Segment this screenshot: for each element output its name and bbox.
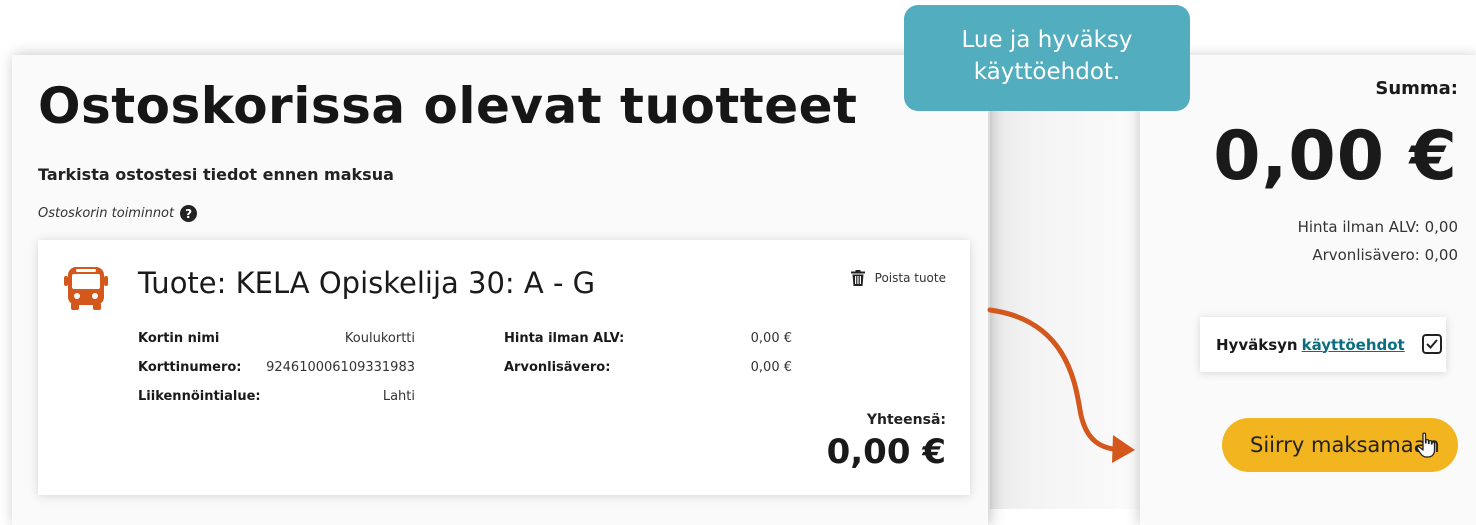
card-number-value: 924610006109331983 [266, 360, 415, 375]
total-label: Yhteensä: [866, 412, 946, 428]
terms-checkbox[interactable] [1422, 334, 1442, 354]
vat-summary: Arvonlisävero: 0,00 [1312, 246, 1458, 264]
curved-arrow [987, 307, 1135, 463]
traffic-area-label: Liikennöintialue: [138, 389, 261, 404]
page-subtitle: Tarkista ostostesi tiedot ennen maksua [38, 165, 394, 184]
cart-actions: Ostoskorin toiminnot ? [38, 205, 198, 222]
remove-product-button[interactable]: Poista tuote [850, 270, 946, 286]
trash-icon [850, 270, 865, 286]
product-card: Tuote: KELA Opiskelija 30: A - G Poista … [38, 240, 970, 495]
card-number-label: Korttinumero: [138, 360, 242, 375]
terms-prefix: Hyväksyn [1216, 335, 1298, 354]
cart-panel: Ostoskorissa olevat tuotteet Tarkista os… [12, 55, 988, 525]
terms-acceptance: Hyväksyn käyttöehdot [1200, 317, 1446, 372]
tooltip-read-and-accept: Lue ja hyväksy käyttöehdot. [904, 5, 1190, 111]
product-title: Tuote: KELA Opiskelija 30: A - G [138, 266, 596, 300]
cart-actions-label: Ostoskorin toiminnot [38, 206, 175, 221]
traffic-area-value: Lahti [382, 389, 415, 404]
price-without-vat-label: Hinta ilman ALV: [504, 331, 625, 346]
remove-product-label: Poista tuote [874, 271, 946, 285]
terms-text: Hyväksyn käyttöehdot [1216, 336, 1405, 354]
summary-panel: Summa: 0,00 € Hinta ilman ALV: 0,00 Arvo… [1140, 55, 1476, 525]
card-name-value: Koulukortti [344, 331, 415, 346]
bus-icon [64, 267, 108, 310]
help-icon[interactable]: ? [180, 205, 198, 222]
total-value: 0,00 € [826, 432, 946, 472]
terms-link[interactable]: käyttöehdot [1302, 336, 1405, 354]
page-title: Ostoskorissa olevat tuotteet [38, 77, 858, 135]
hand-cursor-icon [1416, 432, 1436, 458]
tooltip-line-2: käyttöehdot. [973, 59, 1121, 85]
price-without-vat-summary: Hinta ilman ALV: 0,00 [1297, 218, 1458, 236]
checkmark-icon [1426, 339, 1438, 349]
sum-label: Summa: [1375, 78, 1458, 99]
vat-value: 0,00 € [750, 360, 792, 375]
tooltip-line-1: Lue ja hyväksy [961, 27, 1133, 53]
vat-label: Arvonlisävero: [504, 360, 611, 375]
card-name-label: Kortin nimi [138, 331, 220, 346]
price-without-vat-value: 0,00 € [750, 331, 792, 346]
sum-value: 0,00 € [1213, 117, 1458, 196]
